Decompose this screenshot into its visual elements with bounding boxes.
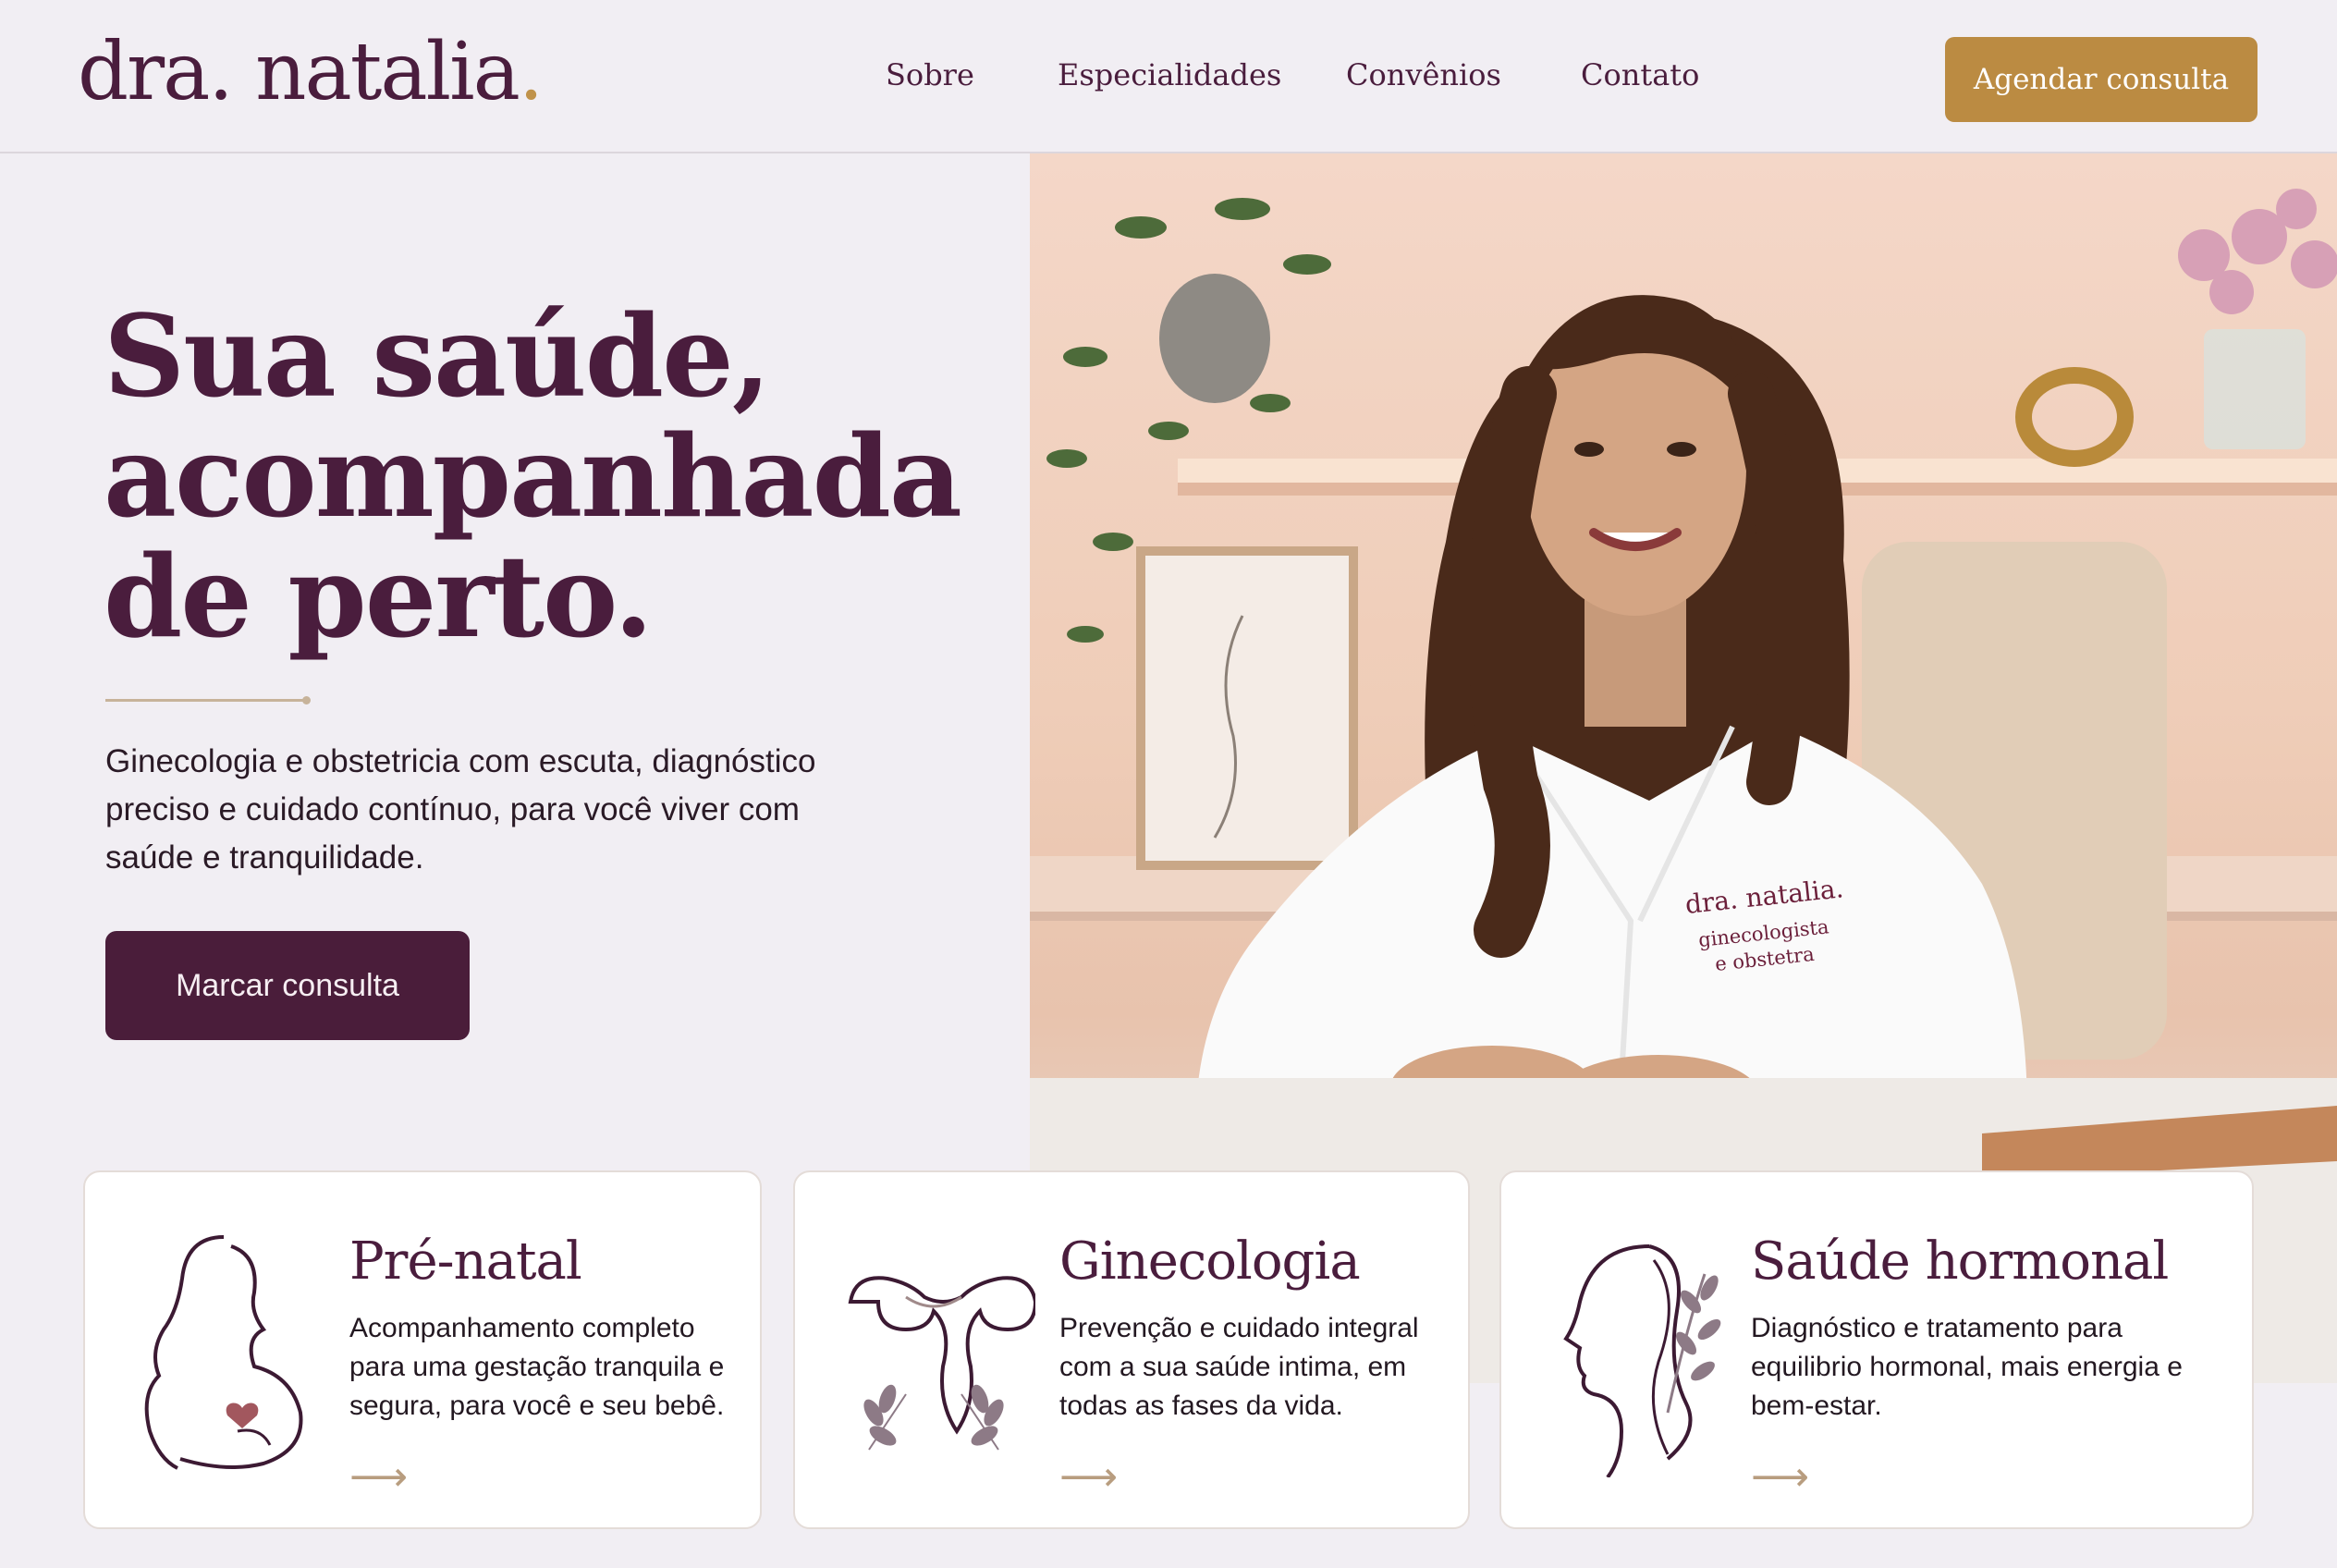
service-card-hormonal-health[interactable]: Saúde hormonal Diagnóstico e tratamento … [1499,1170,2254,1529]
service-card-gynecology[interactable]: Ginecologia Prevenção e cuidado integral… [793,1170,1470,1529]
schedule-appointment-button[interactable]: Agendar consulta [1945,37,2257,122]
card-description: Acompanhamento completo para uma gestaçã… [349,1313,725,1421]
hero-title-line-3: de perto. [104,530,654,663]
logo-dot: . [518,26,544,118]
arrow-right-icon[interactable]: ⟶ [1751,1457,1809,1498]
hero-description: Ginecologia e obstetricia com escuta, di… [105,743,816,876]
arrow-right-icon[interactable]: ⟶ [1059,1457,1118,1498]
uterus-icon [848,1276,1035,1451]
pregnant-woman-icon [144,1235,303,1470]
card-title: Ginecologia [1059,1231,1361,1292]
nav-link-contato[interactable]: Contato [1581,57,1699,92]
card-title: Saúde hormonal [1751,1231,2169,1292]
site-header: dra. natalia. Sobre Especialidades Convê… [0,0,2337,153]
arrow-right-icon[interactable]: ⟶ [349,1457,408,1498]
book-consultation-button[interactable]: Marcar consulta [105,931,470,1040]
nav-link-sobre[interactable]: Sobre [886,57,974,92]
card-description: Prevenção e cuidado integral com a sua s… [1059,1313,1419,1421]
hero-divider [105,696,311,704]
hero-title-line-1: Sua saúde, [104,289,771,423]
hero-title: Sua saúde, acompanhada de perto. [104,296,1028,656]
hero-title-line-2: acompanhada [104,410,962,543]
nav-link-convenios[interactable]: Convênios [1346,57,1501,92]
service-card-prenatal[interactable]: Pré-natal Acompanhamento completo para u… [83,1170,762,1529]
card-description: Diagnóstico e tratamento para equilibrio… [1751,1313,2183,1421]
card-title: Pré-natal [349,1231,582,1292]
woman-profile-leaf-icon [1563,1244,1721,1477]
nav-link-especialidades[interactable]: Especialidades [1058,57,1281,92]
logo[interactable]: dra. natalia. [78,26,544,118]
logo-text: dra. natalia [78,26,520,118]
